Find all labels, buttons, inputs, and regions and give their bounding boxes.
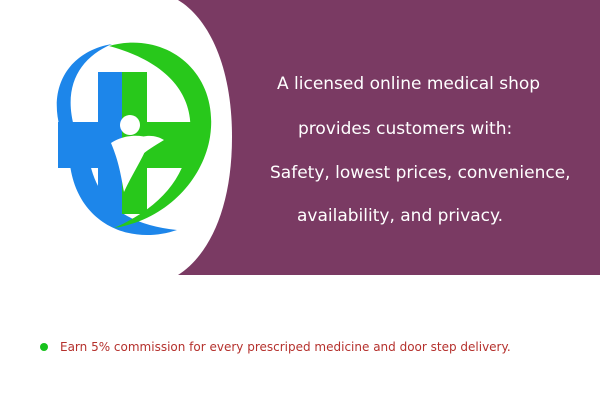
bullet-dot-icon xyxy=(40,343,48,351)
figure-head-icon xyxy=(120,115,140,135)
promo-banner: A licensed online medical shop provides … xyxy=(0,0,600,275)
tagline-line-3: Safety, lowest prices, convenience, xyxy=(270,163,571,183)
tagline-line-2: provides customers with: xyxy=(298,119,513,139)
commission-note-text: Earn 5% commission for every prescriped … xyxy=(60,340,511,354)
tagline-line-4: availability, and privacy. xyxy=(297,206,504,226)
commission-note: Earn 5% commission for every prescriped … xyxy=(40,339,511,355)
tagline-line-1: A licensed online medical shop xyxy=(277,74,541,94)
